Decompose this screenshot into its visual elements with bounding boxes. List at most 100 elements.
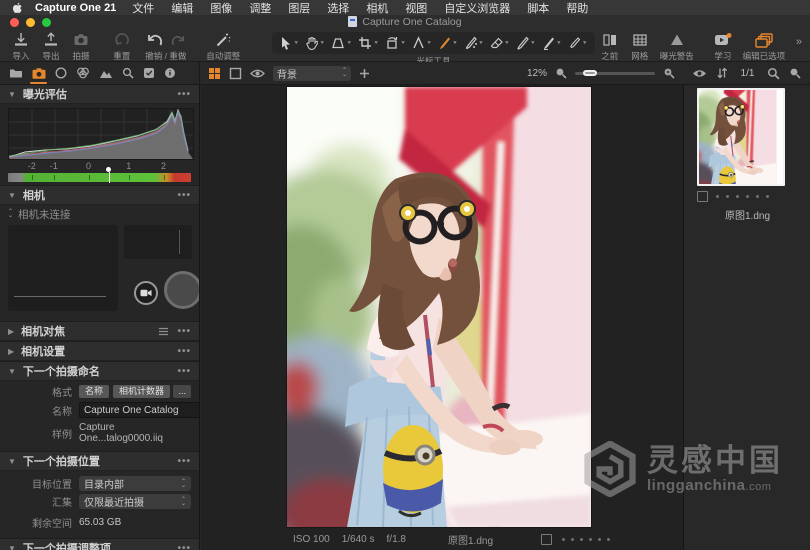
- panel-next-capture-location[interactable]: ▼ 下一个拍摄位置 •••: [0, 451, 199, 471]
- toolbar-overflow-chevron[interactable]: »: [796, 36, 802, 48]
- hand-icon: [306, 37, 319, 50]
- panel-menu-icon[interactable]: •••: [177, 190, 191, 201]
- menu-item[interactable]: 图层: [288, 0, 310, 16]
- camera-status-select[interactable]: ⌃ ⌄ 相机未连接: [0, 205, 199, 223]
- draw-mask-tool[interactable]: ▼: [565, 36, 591, 50]
- tab-library[interactable]: [9, 62, 23, 84]
- panel-next-capture-adjustments[interactable]: ▼ 下一个拍摄调整项 •••: [0, 538, 199, 550]
- menu-item[interactable]: 帮助: [566, 0, 588, 16]
- menu-item[interactable]: 文件: [132, 0, 154, 16]
- undo-icon[interactable]: [147, 33, 163, 47]
- clone-tool[interactable]: ▼: [461, 36, 487, 50]
- thumbnail-selected[interactable]: [697, 88, 785, 186]
- auto-adjust-button[interactable]: 自动调整: [202, 32, 244, 62]
- chevron-right-icon: ▶: [8, 346, 15, 356]
- sort-icon[interactable]: [716, 67, 728, 79]
- straighten-icon: [413, 36, 424, 49]
- keystone-tool[interactable]: ▼: [328, 36, 355, 50]
- app-name[interactable]: Capture One 21: [35, 2, 116, 14]
- zoom-in-icon[interactable]: [663, 67, 675, 79]
- panel-menu-icon[interactable]: •••: [177, 543, 191, 550]
- panel-menu-icon[interactable]: •••: [177, 346, 191, 357]
- format-token[interactable]: 名称: [79, 385, 110, 398]
- menu-item[interactable]: 脚本: [527, 0, 549, 16]
- learn-button[interactable]: 学习: [708, 32, 738, 62]
- eraser-tool[interactable]: ▼: [487, 36, 513, 50]
- panel-menu-icon[interactable]: •••: [177, 456, 191, 467]
- before-after-icon: [603, 34, 616, 46]
- video-record-button[interactable]: [134, 281, 158, 305]
- collection-select[interactable]: 仅限最近拍摄 ⌃ ⌄: [79, 494, 191, 509]
- panel-exposure-eval[interactable]: ▼ 曝光评估 •••: [0, 85, 199, 104]
- tab-color[interactable]: [76, 62, 90, 84]
- exposure-marker[interactable]: [106, 167, 111, 183]
- edit-selected-button[interactable]: 编辑已选项: [738, 32, 790, 62]
- browser-eye-icon[interactable]: [692, 68, 707, 79]
- fill-mask-tool[interactable]: ▼: [539, 36, 565, 50]
- thumbnail-rating-dots[interactable]: [716, 195, 769, 198]
- redo-icon[interactable]: [171, 34, 185, 47]
- selection-checkbox[interactable]: [541, 534, 553, 545]
- reset-button[interactable]: 重置: [107, 32, 137, 62]
- rotate-tool[interactable]: ▼: [382, 36, 409, 50]
- zoom-slider[interactable]: [575, 69, 655, 76]
- brush-tool-selected[interactable]: ▼: [435, 36, 461, 50]
- exposure-warning-button[interactable]: 曝光警告: [655, 32, 699, 62]
- menu-item[interactable]: 视图: [405, 0, 427, 16]
- pan-tool[interactable]: ▼: [302, 36, 328, 50]
- menu-item[interactable]: 图像: [210, 0, 232, 16]
- tab-adjustments[interactable]: [164, 62, 176, 84]
- rating-dots[interactable]: [562, 538, 611, 541]
- pointer-icon: [282, 37, 291, 50]
- shutter-button[interactable]: [164, 271, 199, 309]
- zoom-out-icon[interactable]: [555, 67, 567, 79]
- multi-view-icon[interactable]: [208, 67, 221, 80]
- tab-details[interactable]: [122, 62, 134, 84]
- menu-item[interactable]: 相机: [366, 0, 388, 16]
- tab-metadata[interactable]: [143, 62, 155, 84]
- zoom-slider-thumb[interactable]: [583, 69, 597, 76]
- filter-loupe-icon[interactable]: [789, 67, 801, 79]
- panel-camera[interactable]: ▼ 相机 •••: [0, 185, 199, 205]
- name-input[interactable]: [79, 402, 199, 418]
- panel-menu-icon[interactable]: •••: [177, 89, 191, 100]
- tab-exposure[interactable]: [99, 62, 113, 84]
- straighten-tool[interactable]: ▼: [409, 36, 435, 50]
- format-token[interactable]: 相机计数器: [113, 385, 171, 398]
- menu-item[interactable]: 编辑: [171, 0, 193, 16]
- add-view-icon[interactable]: [359, 68, 370, 79]
- thumbnail-checkbox[interactable]: [697, 191, 708, 202]
- panel-next-capture-naming[interactable]: ▼ 下一个拍摄命名 •••: [0, 361, 199, 381]
- tab-lens[interactable]: [55, 62, 67, 84]
- capture-button[interactable]: 拍摄: [66, 32, 96, 62]
- heal-tool[interactable]: ▼: [513, 36, 539, 50]
- background-select[interactable]: 背景 ⌃ ⌄: [273, 65, 351, 81]
- panel-camera-settings[interactable]: ▶ 相机设置 •••: [0, 341, 199, 361]
- apple-icon[interactable]: [12, 2, 23, 14]
- panel-menu-icon[interactable]: •••: [177, 326, 191, 337]
- pointer-tool[interactable]: ▼: [276, 36, 302, 50]
- exposure-icon: [100, 70, 112, 78]
- grid-button[interactable]: 网格: [625, 32, 655, 62]
- crop-tool[interactable]: ▼: [355, 36, 382, 50]
- menu-item[interactable]: 选择: [327, 0, 349, 16]
- single-view-icon[interactable]: [229, 67, 242, 80]
- menu-item[interactable]: 自定义浏览器: [444, 0, 510, 16]
- destination-select[interactable]: 目录内部 ⌃ ⌄: [79, 476, 191, 491]
- search-icon[interactable]: [767, 67, 780, 80]
- import-button[interactable]: 导入: [6, 32, 36, 62]
- panel-menu-icon[interactable]: •••: [177, 366, 191, 377]
- panel-camera-focus[interactable]: ▶ 相机对焦 •••: [0, 321, 199, 341]
- format-more-button[interactable]: ...: [173, 385, 191, 398]
- tab-capture[interactable]: [30, 62, 47, 84]
- photo-canvas[interactable]: [287, 87, 591, 527]
- document-icon: [348, 16, 358, 27]
- exposure-gradient-bar[interactable]: [8, 167, 191, 183]
- menu-item[interactable]: 调整: [249, 0, 271, 16]
- before-after-button[interactable]: 之前: [595, 32, 625, 62]
- secondary-toolbar: 背景 ⌃ ⌄ 12% 1/1: [0, 62, 810, 85]
- zoom-level[interactable]: 12%: [527, 68, 547, 79]
- brush-icon: [440, 37, 451, 49]
- export-button[interactable]: 导出: [36, 32, 66, 62]
- proof-eye-icon[interactable]: [250, 68, 265, 79]
